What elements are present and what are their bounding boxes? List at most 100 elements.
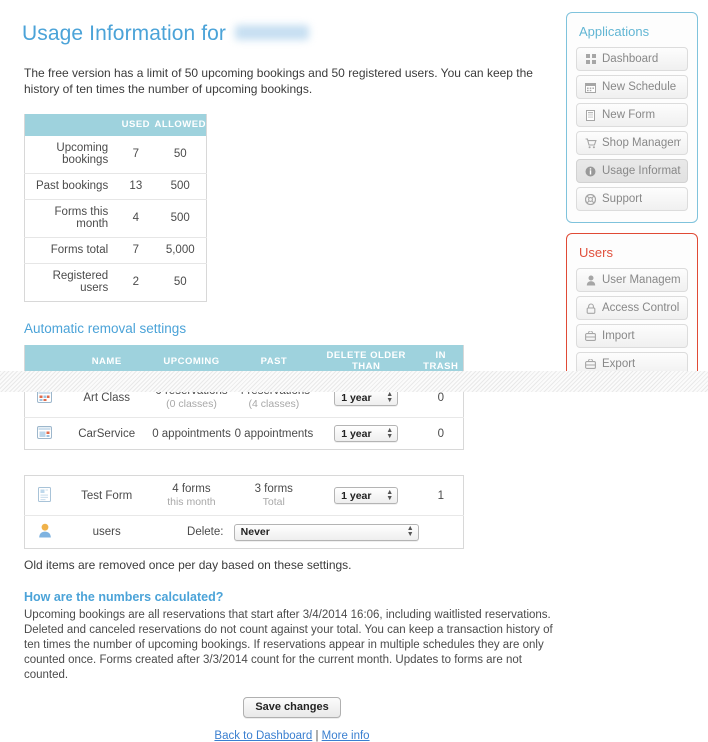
sidebar-item-dashboard[interactable]: Dashboard xyxy=(576,47,688,71)
upcoming-subcount: (0 classes) xyxy=(166,398,217,410)
past-subcount: (4 classes) xyxy=(248,398,300,410)
stepper-arrows-icon: ▲ ▼ xyxy=(386,488,394,502)
usage-row-label: Forms total xyxy=(24,237,118,264)
upcoming-subcount: this month xyxy=(167,496,216,508)
faq-heading: How are the numbers calculated? xyxy=(24,590,224,604)
users-delete-value: Never xyxy=(240,526,270,538)
removal-note: Old items are removed once per day based… xyxy=(24,558,352,572)
calendar-icon xyxy=(583,82,598,93)
sidebar-item-shop-management[interactable]: Shop Management xyxy=(576,131,688,155)
removal-row-delete-older: 1 year ▲ ▼ xyxy=(314,476,419,516)
removal-settings-table-lower: Test Form 4 forms this month 3 forms Tot… xyxy=(24,475,464,549)
usage-row-label: Upcoming bookings xyxy=(56,142,109,166)
sidebar-item-label: Dashboard xyxy=(602,53,659,65)
sidebar-item-label: New Schedule xyxy=(602,81,677,93)
upcoming-count: 4 forms xyxy=(172,483,211,495)
person-icon xyxy=(583,275,598,286)
delete-older-than-value: 1 year xyxy=(341,427,372,440)
sidebar-item-label: Usage Information xyxy=(602,165,681,177)
removal-row-past: 0 appointments xyxy=(233,417,314,450)
usage-row-used: 2 xyxy=(117,263,155,302)
row-icon-cell xyxy=(24,515,65,549)
usage-row-used: 4 xyxy=(117,199,155,238)
delete-older-than-value: 1 year xyxy=(341,391,372,404)
usage-row-label: Registered users xyxy=(24,263,118,302)
faq-body: Upcoming bookings are all reservations t… xyxy=(24,609,553,681)
lock-icon xyxy=(583,302,598,314)
removal-row-name: users xyxy=(64,515,150,549)
main-content: Usage Information for The free version h… xyxy=(0,0,708,742)
user-icon xyxy=(38,523,52,541)
delete-older-than-select[interactable]: 1 year ▲ ▼ xyxy=(334,425,399,442)
sidebar-item-label: New Form xyxy=(602,109,656,121)
applications-panel-title: Applications xyxy=(579,24,650,39)
usage-row-allowed: 5,000 xyxy=(154,237,207,264)
sidebar-item-new-form[interactable]: New Form xyxy=(576,103,688,127)
users-panel-title: Users xyxy=(579,245,613,260)
table-row: users Delete: Never ▲ ▼ xyxy=(24,515,464,549)
removal-row-upcoming: 4 forms this month xyxy=(149,476,234,516)
briefcase-icon xyxy=(583,359,598,369)
footer-links: Back to Dashboard | More info xyxy=(14,730,570,742)
cart-icon xyxy=(583,137,598,149)
table-row: Forms this month 4 500 xyxy=(24,199,207,238)
sidebar-item-user-management[interactable]: User Management xyxy=(576,268,688,292)
removal-row-name: Test Form xyxy=(81,489,133,502)
table-row: Past bookings 13 500 xyxy=(24,173,207,200)
removal-row-delete-older: 1 year ▲ ▼ xyxy=(313,417,419,450)
table-row: Registered users 2 50 xyxy=(24,263,207,302)
form-icon xyxy=(583,109,598,121)
row-icon-cell xyxy=(24,417,65,450)
row-icon-cell xyxy=(25,476,65,516)
delete-older-than-select[interactable]: 1 year ▲ ▼ xyxy=(334,487,399,504)
usage-row-label: Past bookings xyxy=(24,173,118,200)
table-row: Test Form 4 forms this month 3 forms Tot… xyxy=(25,476,464,516)
usage-table-header-row: USED ALLOWED xyxy=(24,114,207,136)
save-button-wrapper: Save changes xyxy=(14,697,570,718)
schedule-icon xyxy=(37,425,53,442)
stepper-arrows-icon: ▲ ▼ xyxy=(386,426,394,440)
account-name-redacted xyxy=(235,25,310,40)
sidebar-item-access-control[interactable]: Access Control xyxy=(576,296,688,320)
sidebar: Applications Dashboard New Schedule New … xyxy=(556,0,708,605)
past-subcount: Total xyxy=(262,496,285,508)
removal-row-upcoming: 0 appointments xyxy=(149,417,234,450)
removal-row-name: CarService xyxy=(64,417,150,450)
form-icon xyxy=(38,486,52,505)
removal-settings-heading: Automatic removal settings xyxy=(24,321,187,336)
sidebar-item-label: Import xyxy=(602,330,635,342)
usage-col-used: USED xyxy=(117,114,155,136)
grid-icon xyxy=(583,54,598,64)
usage-row-allowed: 50 xyxy=(154,263,207,302)
delete-label: Delete: xyxy=(187,526,224,538)
usage-row-allowed: 50 xyxy=(173,148,187,160)
stepper-arrows-icon: ▲ ▼ xyxy=(386,390,394,404)
usage-row-used: 7 xyxy=(132,148,140,160)
removal-row-past: 3 forms Total xyxy=(234,476,314,516)
users-delete-cell: Delete: Never ▲ ▼ xyxy=(149,515,464,549)
sidebar-item-label: Shop Management xyxy=(602,137,681,149)
more-info-link[interactable]: More info xyxy=(322,730,370,742)
sidebar-item-new-schedule[interactable]: New Schedule xyxy=(576,75,688,99)
sidebar-item-usage-information[interactable]: Usage Information xyxy=(576,159,688,183)
usage-row-label: Forms this month xyxy=(24,199,118,238)
usage-row-used: 7 xyxy=(117,237,155,264)
info-icon xyxy=(583,166,598,177)
removal-settings-table: NAME UPCOMING PAST DELETE OLDER THAN IN … xyxy=(24,345,464,450)
removal-row-in-trash: 1 xyxy=(437,489,444,502)
stepper-arrows-icon: ▲ ▼ xyxy=(406,525,414,538)
sidebar-item-label: Export xyxy=(602,358,636,370)
save-changes-button[interactable]: Save changes xyxy=(243,697,341,718)
page-title: Usage Information for xyxy=(22,22,542,46)
intro-text: The free version has a limit of 50 upcom… xyxy=(24,66,533,96)
sidebar-item-support[interactable]: Support xyxy=(576,187,688,211)
sidebar-item-import[interactable]: Import xyxy=(576,324,688,348)
usage-row-allowed: 500 xyxy=(154,173,207,200)
users-delete-select[interactable]: Never ▲ ▼ xyxy=(233,523,419,541)
usage-col-allowed: ALLOWED xyxy=(154,114,207,136)
usage-row-allowed: 500 xyxy=(154,199,207,238)
sidebar-item-label: Access Control xyxy=(602,302,680,314)
back-to-dashboard-link[interactable]: Back to Dashboard xyxy=(214,730,312,742)
users-panel: Users User Management Access Control xyxy=(566,233,698,388)
delete-older-than-value: 1 year xyxy=(341,489,372,502)
